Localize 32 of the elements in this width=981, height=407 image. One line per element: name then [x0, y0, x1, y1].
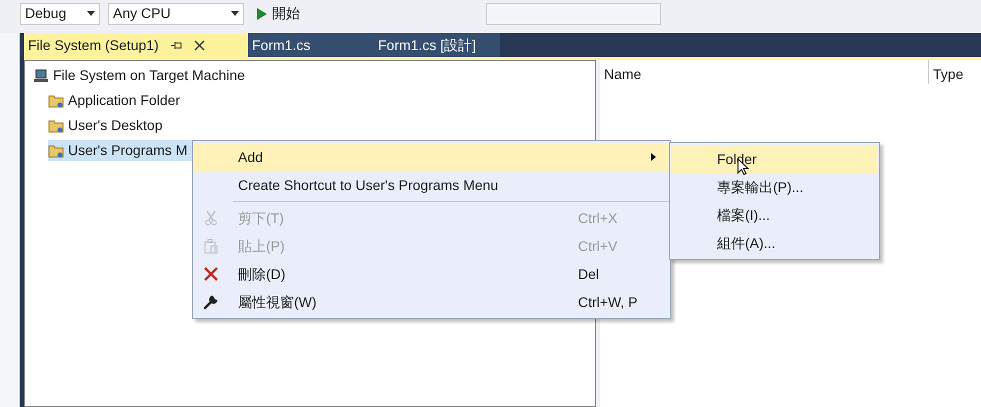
play-icon — [256, 6, 268, 20]
document-tab[interactable]: Form1.cs — [248, 33, 374, 57]
folder-icon — [48, 118, 64, 132]
submenu-arrow-icon — [651, 153, 656, 161]
menu-item[interactable]: 專案輸出(P)... — [672, 173, 877, 201]
menu-item[interactable]: 組件(A)... — [672, 229, 877, 257]
menu-item[interactable]: Add — [193, 143, 670, 171]
tree-item[interactable]: User's Desktop — [48, 115, 166, 136]
configuration-dropdown[interactable]: Debug — [20, 2, 100, 24]
menu-item[interactable]: 檔案(I)... — [672, 201, 877, 229]
document-tab[interactable]: File System (Setup1) — [24, 33, 248, 57]
tree-item[interactable]: Application Folder — [48, 90, 184, 111]
computer-icon — [33, 68, 49, 82]
folder-icon — [48, 144, 64, 158]
caret-icon — [231, 11, 239, 16]
start-button[interactable]: 開始 — [252, 3, 304, 24]
platform-dropdown[interactable]: Any CPU — [108, 2, 244, 24]
column-header[interactable]: Type — [929, 60, 964, 84]
column-header[interactable]: Name — [600, 60, 929, 84]
tree-item[interactable]: File System on Target Machine — [53, 65, 245, 86]
folder-icon — [48, 94, 64, 108]
pin-icon[interactable] — [170, 40, 182, 50]
menu-item[interactable]: 屬性視窗(W) Ctrl+W, P — [193, 288, 670, 316]
wrench-icon — [203, 294, 219, 310]
scissors-icon — [203, 210, 219, 226]
menu-item[interactable]: Create Shortcut to User's Programs Menu — [193, 171, 670, 199]
menu-item[interactable]: 刪除(D) Del — [193, 260, 670, 288]
caret-icon — [87, 11, 95, 16]
close-icon[interactable] — [194, 40, 205, 50]
delete-icon — [203, 266, 219, 282]
document-tab[interactable]: Form1.cs [設計] — [374, 33, 500, 57]
clipboard-icon — [203, 238, 219, 254]
